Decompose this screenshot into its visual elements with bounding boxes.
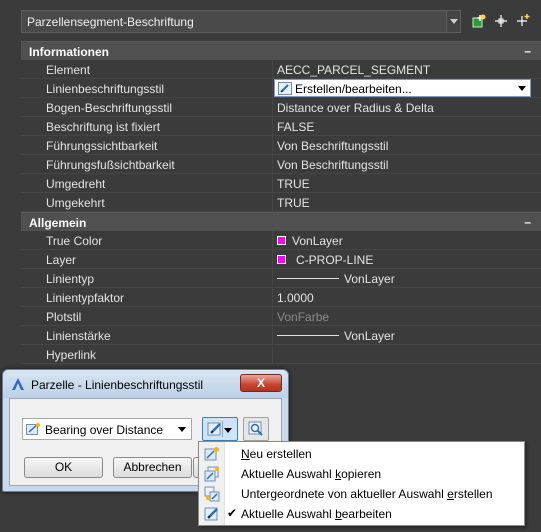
property-grid: Informationen – Element AECC_PARCEL_SEGM… <box>21 41 541 364</box>
dialog-titlebar[interactable]: Parzelle - Linienbeschriftungsstil X <box>3 370 288 398</box>
property-row[interactable]: Beschriftung ist fixiert FALSE <box>21 117 541 136</box>
checkmark-icon: ✔ <box>227 506 238 520</box>
new-style-icon <box>204 446 220 462</box>
edit-style-icon <box>207 422 221 436</box>
color-swatch <box>277 236 286 245</box>
property-row[interactable]: Hyperlink <box>21 345 541 364</box>
category-informationen[interactable]: Informationen – <box>21 41 541 60</box>
property-row[interactable]: Plotstil VonFarbe <box>21 307 541 326</box>
property-name: Bogen-Beschriftungsstil <box>46 101 173 115</box>
style-options-menu: Neu erstellen Aktuelle Auswahl kopieren … <box>198 441 525 526</box>
property-row[interactable]: Linientypfaktor 1.0000 <box>21 288 541 307</box>
edit-style-icon <box>204 506 220 522</box>
copy-style-icon <box>204 466 220 482</box>
magnifier-icon <box>248 421 263 436</box>
close-button[interactable]: X <box>240 374 282 392</box>
quick-select-icon[interactable] <box>469 11 489 31</box>
style-select-value: Bearing over Distance <box>45 423 164 437</box>
property-name: Führungssichtbarkeit <box>46 139 158 153</box>
property-value: C-PROP-LINE <box>296 253 374 267</box>
property-name: Linienstärke <box>46 329 111 343</box>
property-value: VonFarbe <box>277 310 330 324</box>
chevron-down-icon[interactable] <box>178 427 186 432</box>
property-name: Umgekehrt <box>46 196 105 210</box>
property-value: Distance over Radius & Delta <box>277 101 434 115</box>
child-style-icon <box>204 486 220 502</box>
menu-item-label: Aktuelle Auswahl bearbeiten <box>241 507 392 521</box>
ok-button[interactable]: OK <box>24 457 103 478</box>
property-row[interactable]: Führungssichtbarkeit Von Beschriftungsst… <box>21 136 541 155</box>
property-row[interactable]: Umgekehrt TRUE <box>21 193 541 212</box>
property-row[interactable]: Element AECC_PARCEL_SEGMENT <box>21 60 541 79</box>
menu-item-label: Neu erstellen <box>241 447 312 461</box>
property-value: Erstellen/bearbeiten... <box>295 82 412 96</box>
menu-item-label: Untergeordnete von aktueller Auswahl ers… <box>241 487 493 501</box>
category-title: Allgemein <box>29 216 87 230</box>
property-name: Hyperlink <box>46 348 97 362</box>
property-name: Führungsfußsichtbarkeit <box>46 158 175 172</box>
property-value: VonLayer <box>344 272 395 286</box>
property-name: Layer <box>46 253 77 267</box>
menu-item-edit[interactable]: ✔ Aktuelle Auswahl bearbeiten <box>199 504 524 524</box>
menu-item-label: Aktuelle Auswahl kopieren <box>241 467 382 481</box>
linetype-preview <box>277 278 339 279</box>
property-value: FALSE <box>277 120 315 134</box>
chevron-down-icon[interactable] <box>224 428 232 433</box>
color-swatch <box>277 255 286 264</box>
split-divider <box>222 421 223 437</box>
property-value: 1.0000 <box>277 291 314 305</box>
property-value: VonLayer <box>292 234 343 248</box>
style-icon <box>278 82 292 95</box>
category-title: Informationen <box>29 45 109 59</box>
property-value: TRUE <box>277 196 310 210</box>
collapse-icon[interactable]: – <box>524 44 531 58</box>
toggle-pickadd-icon[interactable] <box>514 11 534 31</box>
properties-toolbar: Parzellensegment-Beschriftung <box>0 0 541 42</box>
autocad-a-icon <box>11 377 25 391</box>
style-select[interactable]: Bearing over Distance <box>22 418 192 440</box>
menu-item-copy[interactable]: Aktuelle Auswahl kopieren <box>199 464 524 484</box>
select-objects-icon[interactable] <box>491 11 511 31</box>
property-row[interactable]: Umgedreht TRUE <box>21 174 541 193</box>
property-value: Von Beschriftungsstil <box>277 139 389 153</box>
object-type-dropdown[interactable]: Parzellensegment-Beschriftung <box>21 10 461 33</box>
preview-style-button[interactable] <box>243 417 269 441</box>
property-row[interactable]: Linienstärke VonLayer <box>21 326 541 345</box>
property-value: AECC_PARCEL_SEGMENT <box>277 63 431 77</box>
property-row[interactable]: Linientyp VonLayer <box>21 269 541 288</box>
property-name: True Color <box>46 234 103 248</box>
property-value: VonLayer <box>344 329 395 343</box>
chevron-down-icon[interactable] <box>518 86 526 91</box>
property-name: Linientyp <box>46 272 95 286</box>
property-row[interactable]: Führungsfußsichtbarkeit Von Beschriftung… <box>21 155 541 174</box>
category-allgemein[interactable]: Allgemein – <box>21 212 541 231</box>
property-row[interactable]: Bogen-Beschriftungsstil Distance over Ra… <box>21 98 541 117</box>
lineweight-preview <box>277 335 339 336</box>
property-name: Beschriftung ist fixiert <box>46 120 161 134</box>
property-row[interactable]: True Color VonLayer <box>21 231 541 250</box>
collapse-icon[interactable]: – <box>524 215 531 229</box>
property-name: Plotstil <box>46 310 82 324</box>
object-type-value: Parzellensegment-Beschriftung <box>27 15 194 29</box>
menu-item-new[interactable]: Neu erstellen <box>199 444 524 464</box>
property-value: TRUE <box>277 177 310 191</box>
label-style-dropdown[interactable]: Erstellen/bearbeiten... <box>274 79 531 97</box>
dialog-title: Parzelle - Linienbeschriftungsstil <box>31 378 204 392</box>
label-style-icon <box>26 422 41 436</box>
property-name: Element <box>46 63 91 77</box>
edit-style-split-button[interactable] <box>202 417 238 441</box>
property-row[interactable]: Linienbeschriftungsstil Erstellen/bearbe… <box>21 79 541 98</box>
property-name: Linienbeschriftungsstil <box>46 82 165 96</box>
menu-item-create-child[interactable]: Untergeordnete von aktueller Auswahl ers… <box>199 484 524 504</box>
property-name: Linientypfaktor <box>46 291 125 305</box>
chevron-down-icon[interactable] <box>446 11 460 32</box>
property-name: Umgedreht <box>46 177 106 191</box>
cancel-button[interactable]: Abbrechen <box>113 457 192 478</box>
property-row[interactable]: Layer C-PROP-LINE <box>21 250 541 269</box>
property-value: Von Beschriftungsstil <box>277 158 389 172</box>
